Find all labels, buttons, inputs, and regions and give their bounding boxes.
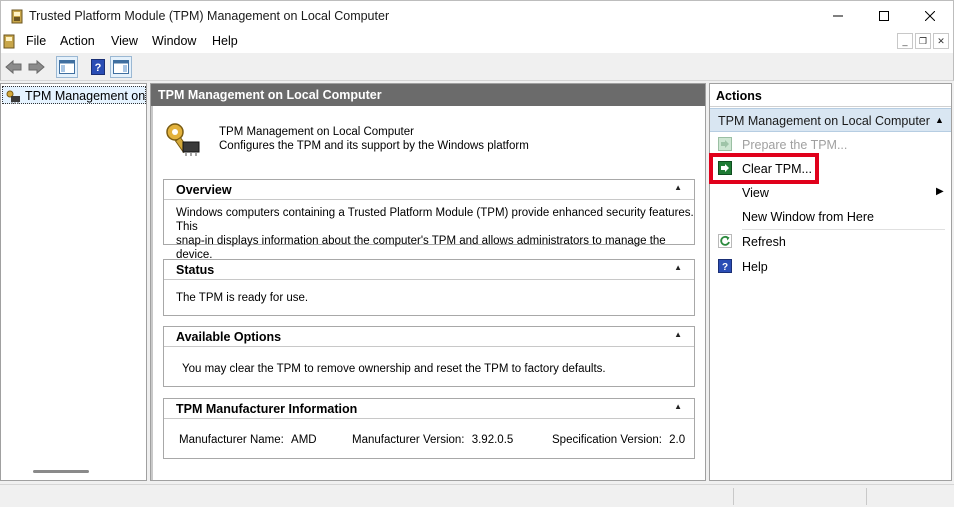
maximize-button[interactable] bbox=[861, 1, 907, 31]
mdi-restore-button[interactable]: ❐ bbox=[915, 33, 931, 49]
available-options-section: Available Options ▲ You may clear the TP… bbox=[163, 326, 695, 387]
spec-version-value: 2.0 bbox=[669, 434, 686, 446]
menu-window[interactable]: Window bbox=[152, 34, 196, 48]
manufacturer-name: Manufacturer Name: AMD bbox=[179, 433, 317, 447]
svg-text:?: ? bbox=[95, 62, 102, 74]
manufacturer-header[interactable]: TPM Manufacturer Information ▲ bbox=[164, 399, 694, 419]
tpm-key-chip-icon bbox=[166, 123, 200, 156]
manufacturer-title: TPM Manufacturer Information bbox=[176, 402, 358, 416]
toolbar: ? bbox=[0, 53, 954, 81]
status-text: The TPM is ready for use. bbox=[176, 292, 309, 304]
action-label: New Window from Here bbox=[742, 210, 874, 224]
tree-node-label: TPM Management on Local Computer bbox=[25, 89, 145, 103]
clear-tpm-highlight-box bbox=[709, 153, 819, 184]
tree-horizontal-scrollbar[interactable] bbox=[33, 470, 89, 473]
forward-button[interactable] bbox=[25, 56, 47, 78]
refresh-icon bbox=[718, 234, 732, 248]
show-hide-console-tree-button[interactable] bbox=[56, 56, 78, 78]
mmc-console-icon[interactable] bbox=[1, 33, 17, 49]
overview-text: Windows computers containing a Trusted P… bbox=[176, 206, 694, 262]
intro-title: TPM Management on Local Computer bbox=[219, 126, 414, 138]
manufacturer-section: TPM Manufacturer Information ▲ Manufactu… bbox=[163, 398, 695, 459]
svg-text:?: ? bbox=[722, 262, 728, 273]
show-hide-console-tree-icon bbox=[59, 60, 75, 74]
center-pane: TPM Management on Local Computer TPM Man… bbox=[150, 83, 706, 481]
status-section: Status ▲ The TPM is ready for use. bbox=[163, 259, 695, 316]
intro-block: TPM Management on Local Computer Configu… bbox=[161, 116, 695, 164]
menu-help[interactable]: Help bbox=[212, 34, 238, 48]
menu-action[interactable]: Action bbox=[60, 34, 95, 48]
overview-section: Overview ▲ Windows computers containing … bbox=[163, 179, 695, 261]
close-button[interactable] bbox=[907, 1, 953, 31]
help-toolbar-button[interactable]: ? bbox=[87, 56, 109, 78]
tpm-chip-key-icon bbox=[6, 90, 20, 104]
menu-file[interactable]: File bbox=[26, 34, 46, 48]
center-header-title: TPM Management on Local Computer bbox=[158, 88, 382, 102]
help-icon: ? bbox=[91, 59, 105, 75]
collapse-caret-icon[interactable]: ▲ bbox=[674, 330, 682, 339]
show-hide-action-pane-button[interactable] bbox=[110, 56, 132, 78]
mdi-close-button[interactable]: ✕ bbox=[933, 33, 949, 49]
minimize-button[interactable] bbox=[815, 1, 861, 31]
menu-view[interactable]: View bbox=[111, 34, 138, 48]
window-title: Trusted Platform Module (TPM) Management… bbox=[29, 9, 390, 23]
back-button[interactable] bbox=[3, 56, 25, 78]
overview-header[interactable]: Overview ▲ bbox=[164, 180, 694, 200]
tpm-app-icon bbox=[11, 9, 23, 24]
intro-description: Configures the TPM and its support by th… bbox=[219, 140, 529, 152]
action-refresh[interactable]: Refresh bbox=[710, 230, 951, 254]
manufacturer-version-value: 3.92.0.5 bbox=[471, 434, 514, 446]
manufacturer-version: Manufacturer Version: 3.92.0.5 bbox=[352, 433, 513, 447]
action-new-window[interactable]: New Window from Here bbox=[710, 205, 951, 229]
actions-group-title: TPM Management on Local Computer bbox=[718, 114, 930, 128]
manufacturer-name-label: Manufacturer Name: bbox=[179, 434, 284, 446]
title-bar: Trusted Platform Module (TPM) Management… bbox=[0, 0, 954, 30]
console-tree: TPM Management on Local Computer bbox=[0, 83, 147, 481]
status-divider bbox=[866, 488, 867, 505]
options-text: You may clear the TPM to remove ownershi… bbox=[182, 363, 606, 375]
spec-version-label: Specification Version: bbox=[552, 434, 662, 446]
manufacturer-name-value: AMD bbox=[291, 434, 317, 446]
action-view[interactable]: View ▶ bbox=[710, 181, 951, 205]
action-label: Prepare the TPM... bbox=[742, 138, 848, 152]
action-help[interactable]: ? Help bbox=[710, 255, 951, 279]
help-icon: ? bbox=[718, 259, 732, 273]
overview-line-1: Windows computers containing a Trusted P… bbox=[176, 207, 694, 233]
actions-title: Actions bbox=[716, 89, 762, 103]
status-header[interactable]: Status ▲ bbox=[164, 260, 694, 280]
collapse-caret-icon[interactable]: ▲ bbox=[935, 115, 944, 125]
center-header: TPM Management on Local Computer bbox=[151, 84, 705, 106]
action-arrow-icon bbox=[718, 137, 732, 151]
options-header[interactable]: Available Options ▲ bbox=[164, 327, 694, 347]
action-label: Refresh bbox=[742, 235, 786, 249]
manufacturer-version-label: Manufacturer Version: bbox=[352, 434, 465, 446]
overview-line-2: snap-in displays information about the c… bbox=[176, 235, 666, 261]
specification-version: Specification Version: 2.0 bbox=[552, 433, 685, 447]
back-arrow-icon bbox=[5, 59, 22, 75]
show-hide-action-pane-icon bbox=[113, 60, 129, 74]
close-icon bbox=[925, 11, 935, 21]
center-left-border bbox=[151, 106, 153, 480]
status-title: Status bbox=[176, 263, 215, 277]
menu-bar: File Action View Window Help _ ❐ ✕ bbox=[0, 30, 954, 53]
overview-title: Overview bbox=[176, 183, 232, 197]
maximize-icon bbox=[879, 11, 889, 21]
mdi-minimize-button[interactable]: _ bbox=[897, 33, 913, 49]
minimize-icon bbox=[833, 15, 843, 17]
status-bar bbox=[0, 484, 954, 507]
actions-pane: Actions TPM Management on Local Computer… bbox=[709, 83, 952, 481]
forward-arrow-icon bbox=[28, 59, 45, 75]
collapse-caret-icon[interactable]: ▲ bbox=[674, 263, 682, 272]
actions-title-bar: Actions bbox=[710, 84, 951, 107]
tree-node-tpm-management[interactable]: TPM Management on Local Computer bbox=[2, 86, 146, 104]
collapse-caret-icon[interactable]: ▲ bbox=[674, 402, 682, 411]
actions-group-header[interactable]: TPM Management on Local Computer ▲ bbox=[710, 108, 951, 132]
action-label: View bbox=[742, 186, 769, 200]
collapse-caret-icon[interactable]: ▲ bbox=[674, 183, 682, 192]
action-label: Help bbox=[742, 260, 768, 274]
status-divider bbox=[733, 488, 734, 505]
submenu-arrow-icon: ▶ bbox=[936, 186, 944, 197]
options-title: Available Options bbox=[176, 330, 282, 344]
